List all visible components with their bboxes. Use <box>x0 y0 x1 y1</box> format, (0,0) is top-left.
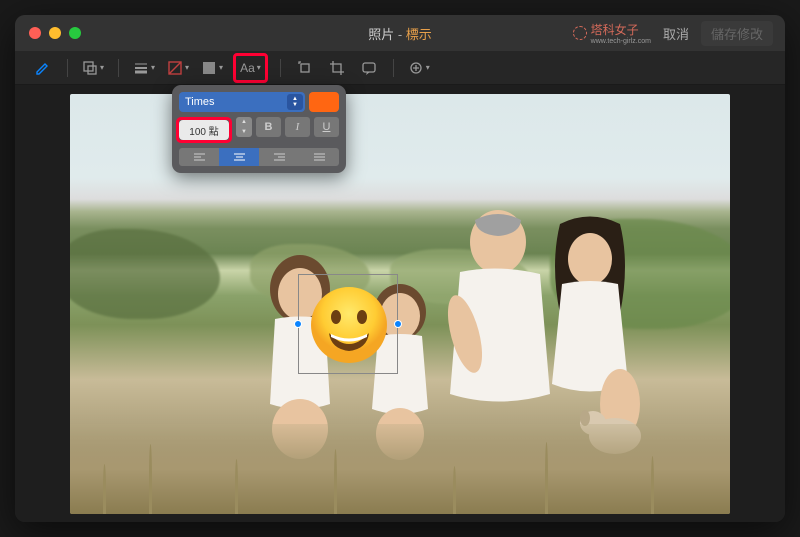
chevron-down-icon: ▾ <box>185 63 189 72</box>
done-button[interactable]: 儲存修改 <box>701 21 773 46</box>
photo-content <box>70 94 730 514</box>
font-size-stepper[interactable]: ▲ ▼ <box>236 117 252 137</box>
titlebar-right: 塔科女子 www.tech-girlz.com 取消 儲存修改 <box>573 21 773 46</box>
text-color-swatch[interactable] <box>309 92 339 112</box>
font-family-select[interactable]: Times ▲▼ <box>179 92 305 112</box>
align-left-button[interactable] <box>179 148 219 166</box>
smiley-emoji-icon[interactable] <box>309 285 389 365</box>
more-tool[interactable]: ▾ <box>406 57 432 79</box>
chevron-down-icon: ▾ <box>100 63 104 72</box>
highlight-annotation: 100 點 <box>176 117 232 143</box>
line-weight-tool[interactable]: ▾ <box>131 57 157 79</box>
canvas-area[interactable] <box>15 85 785 522</box>
updown-arrows-icon: ▲▼ <box>287 94 303 110</box>
stroke-color-tool[interactable]: ▾ <box>165 57 191 79</box>
bold-button[interactable]: B <box>256 117 281 137</box>
resize-handle-left[interactable] <box>294 320 302 328</box>
emoji-selection-box[interactable] <box>298 274 398 374</box>
underline-button[interactable]: U <box>314 117 339 137</box>
align-right-button[interactable] <box>259 148 299 166</box>
rotate-tool[interactable] <box>293 57 317 79</box>
separator <box>67 59 68 77</box>
minimize-window-button[interactable] <box>49 27 61 39</box>
title-mode: 標示 <box>406 27 432 42</box>
titlebar: 照片 - 標示 塔科女子 www.tech-girlz.com 取消 儲存修改 <box>15 15 785 51</box>
resize-handle-right[interactable] <box>394 320 402 328</box>
annotate-tool[interactable] <box>357 57 381 79</box>
text-style-panel: Times ▲▼ 100 點 ▲ ▼ B I U <box>172 85 346 173</box>
italic-button[interactable]: I <box>285 117 310 137</box>
title-file: 照片 <box>368 27 394 42</box>
fill-color-tool[interactable]: ▾ <box>199 57 225 79</box>
markup-toolbar: ▾ ▾ ▾ ▾ Aa ▾ <box>15 51 785 85</box>
draw-tool[interactable] <box>31 57 55 79</box>
align-center-button[interactable] <box>219 148 259 166</box>
step-up-icon[interactable]: ▲ <box>236 117 252 127</box>
close-window-button[interactable] <box>29 27 41 39</box>
shapes-tool[interactable]: ▾ <box>80 57 106 79</box>
chevron-down-icon: ▾ <box>426 63 430 72</box>
window-title: 照片 - 標示 <box>368 24 432 43</box>
chevron-down-icon: ▾ <box>151 63 155 72</box>
markup-window: 照片 - 標示 塔科女子 www.tech-girlz.com 取消 儲存修改 … <box>15 15 785 522</box>
highlight-annotation: Aa ▾ <box>233 53 268 83</box>
crop-tool[interactable] <box>325 57 349 79</box>
chevron-down-icon: ▾ <box>257 63 261 72</box>
chevron-down-icon: ▾ <box>219 63 223 72</box>
watermark-text: 塔科女子 <box>591 21 651 38</box>
separator <box>118 59 119 77</box>
separator <box>280 59 281 77</box>
separator <box>393 59 394 77</box>
text-style-tool[interactable]: Aa ▾ <box>238 57 263 79</box>
watermark-logo-icon <box>573 26 587 40</box>
traffic-lights <box>29 27 81 39</box>
cancel-button[interactable]: 取消 <box>663 24 689 43</box>
font-size-label: 100 點 <box>189 123 218 138</box>
step-down-icon[interactable]: ▼ <box>236 127 252 137</box>
fullscreen-window-button[interactable] <box>69 27 81 39</box>
watermark-sub: www.tech-girlz.com <box>591 38 651 45</box>
watermark: 塔科女子 www.tech-girlz.com <box>573 21 651 45</box>
font-name-label: Times <box>185 96 215 108</box>
text-align-group <box>179 148 339 166</box>
align-justify-button[interactable] <box>299 148 339 166</box>
font-size-field[interactable]: 100 點 <box>179 120 229 140</box>
